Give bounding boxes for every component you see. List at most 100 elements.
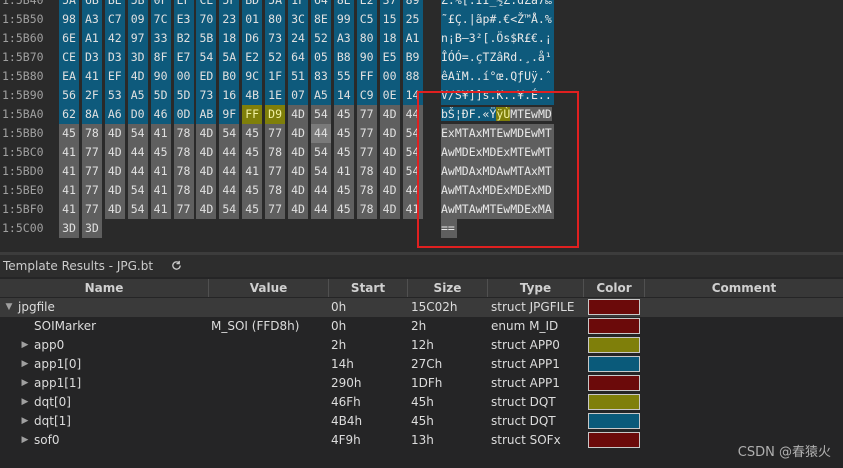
hex-byte[interactable]: 8A (81, 105, 102, 124)
hex-byte[interactable]: 54 (196, 48, 217, 67)
hex-byte[interactable]: 44 (127, 143, 148, 162)
hex-byte[interactable]: 4D (104, 162, 125, 181)
hex-byte[interactable]: 56 (59, 86, 79, 105)
hex-byte[interactable]: 45 (242, 124, 263, 143)
hex-byte[interactable]: D3 (104, 48, 125, 67)
hex-byte[interactable]: 4D (288, 181, 308, 200)
hex-byte[interactable]: BD (242, 0, 263, 10)
hex-byte[interactable]: 78 (356, 162, 377, 181)
hex-row[interactable]: 1:5B60 6E A1 42 97 33 B2 5B 18 D6 73 24 52 A3 80 18 A1 n¡… (0, 29, 843, 48)
hex-byte[interactable]: 1F (288, 0, 308, 10)
hex-byte[interactable]: B9 (402, 48, 423, 67)
hex-byte[interactable]: B8 (333, 48, 354, 67)
hex-byte[interactable]: CE (196, 0, 217, 10)
hex-byte[interactable]: 77 (356, 124, 377, 143)
hex-row-ascii[interactable]: êAïM..í°œ.QƒUÿ.ˆ (441, 67, 554, 86)
hex-byte[interactable]: 77 (265, 200, 286, 219)
hex-byte[interactable]: 07 (288, 86, 308, 105)
hex-byte[interactable]: 78 (81, 124, 102, 143)
hex-row[interactable]: 1:5B80 EA 41 EF 4D 90 00 ED B0 9C 1F 51 83 55 FF 00 88 êA… (0, 67, 843, 86)
hex-byte[interactable]: E2 (356, 0, 377, 10)
hex-byte[interactable]: EF (173, 0, 194, 10)
hex-byte[interactable]: 45 (333, 105, 354, 124)
hex-byte[interactable]: 01 (242, 10, 263, 29)
hex-byte[interactable]: A6 (104, 105, 125, 124)
hex-byte[interactable]: 77 (356, 143, 377, 162)
hex-byte[interactable]: 8E (333, 0, 354, 10)
hex-byte[interactable]: 46 (150, 105, 171, 124)
hex-byte[interactable]: CE (59, 48, 79, 67)
hex-byte[interactable]: 25 (402, 10, 423, 29)
hex-byte[interactable]: 41 (150, 124, 171, 143)
hex-byte[interactable]: 18 (219, 29, 240, 48)
hex-byte[interactable]: 41 (59, 143, 79, 162)
hex-byte[interactable]: 77 (81, 143, 102, 162)
hex-byte[interactable]: 54 (219, 200, 240, 219)
hex-byte[interactable]: 44 (219, 143, 240, 162)
hex-byte[interactable]: 89 (402, 0, 423, 10)
hex-byte[interactable]: 78 (173, 124, 194, 143)
hex-byte[interactable]: 54 (219, 124, 240, 143)
hex-byte[interactable]: 45 (333, 181, 354, 200)
hex-byte[interactable]: B2 (173, 29, 194, 48)
table-row[interactable]: ▶ sof0 4F9h 13h struct SOFx (0, 431, 843, 450)
hex-byte[interactable]: 41 (81, 67, 102, 86)
hex-byte[interactable]: 98 (59, 10, 79, 29)
hex-byte[interactable]: 4D (196, 124, 217, 143)
hex-byte[interactable]: 77 (81, 181, 102, 200)
hex-byte[interactable]: 90 (150, 67, 171, 86)
hex-byte[interactable]: 33 (150, 29, 171, 48)
hex-byte[interactable]: 54 (127, 181, 148, 200)
hex-byte[interactable]: 18 (379, 29, 400, 48)
hex-byte[interactable]: E3 (173, 10, 194, 29)
hex-byte[interactable]: 54 (127, 200, 148, 219)
hex-byte[interactable]: 4D (288, 143, 308, 162)
hex-byte[interactable]: 77 (81, 200, 102, 219)
hex-byte[interactable]: 4D (288, 105, 308, 124)
hex-byte[interactable]: 05 (310, 48, 331, 67)
hex-byte[interactable]: 7C (150, 10, 171, 29)
hex-byte[interactable]: 6E (59, 29, 79, 48)
expand-arrow-icon[interactable]: ▶ (20, 374, 30, 393)
hex-byte[interactable]: 80 (356, 29, 377, 48)
refresh-icon[interactable] (171, 260, 182, 271)
hex-byte[interactable]: 45 (333, 200, 354, 219)
column-header-value[interactable]: Value (209, 279, 329, 297)
hex-byte[interactable]: 4D (379, 124, 400, 143)
hex-byte[interactable]: B0 (219, 67, 240, 86)
hex-row[interactable]: 1:5B50 98 A3 C7 09 7C E3 70 23 01 80 3C 8E 99 C5 15 25 ˜£… (0, 10, 843, 29)
hex-byte[interactable]: 5B (196, 29, 217, 48)
hex-byte[interactable]: A5 (127, 86, 148, 105)
hex-byte[interactable]: 54 (127, 124, 148, 143)
hex-byte[interactable]: 4D (379, 143, 400, 162)
hex-byte[interactable]: 77 (81, 162, 102, 181)
hex-byte[interactable]: 90 (356, 48, 377, 67)
hex-byte[interactable]: 0D (173, 105, 194, 124)
hex-byte[interactable]: 62 (59, 105, 79, 124)
hex-byte[interactable]: 78 (173, 143, 194, 162)
hex-byte[interactable]: 4D (196, 143, 217, 162)
column-header-start[interactable]: Start (329, 279, 408, 297)
hex-byte[interactable]: 5A (59, 0, 79, 10)
hex-byte[interactable]: 45 (242, 181, 263, 200)
hex-byte[interactable]: 78 (173, 162, 194, 181)
hex-byte[interactable]: 41 (150, 162, 171, 181)
hex-byte[interactable]: 09 (127, 10, 148, 29)
hex-byte[interactable]: 54 (310, 162, 331, 181)
hex-byte[interactable]: A3 (81, 10, 102, 29)
hex-byte[interactable]: 44 (310, 181, 331, 200)
table-row[interactable]: ▶ app0 2h 12h struct APP0 (0, 336, 843, 355)
color-swatch[interactable] (588, 375, 640, 391)
hex-byte[interactable]: E7 (173, 48, 194, 67)
hex-byte[interactable]: 45 (242, 200, 263, 219)
hex-byte[interactable]: 42 (104, 29, 125, 48)
color-swatch[interactable] (588, 356, 640, 372)
hex-byte[interactable]: 24 (288, 29, 308, 48)
table-row[interactable]: ▶ dqt[1] 4B4h 45h struct DQT (0, 412, 843, 431)
hex-byte[interactable]: 44 (310, 124, 331, 143)
table-row[interactable]: ▼ jpgfile 0h 15C02h struct JPGFILE (0, 298, 843, 317)
hex-byte[interactable]: 41 (59, 162, 79, 181)
column-header-name[interactable]: Name (0, 279, 209, 297)
hex-byte[interactable]: 80 (265, 10, 286, 29)
hex-byte[interactable]: FF (242, 105, 263, 124)
